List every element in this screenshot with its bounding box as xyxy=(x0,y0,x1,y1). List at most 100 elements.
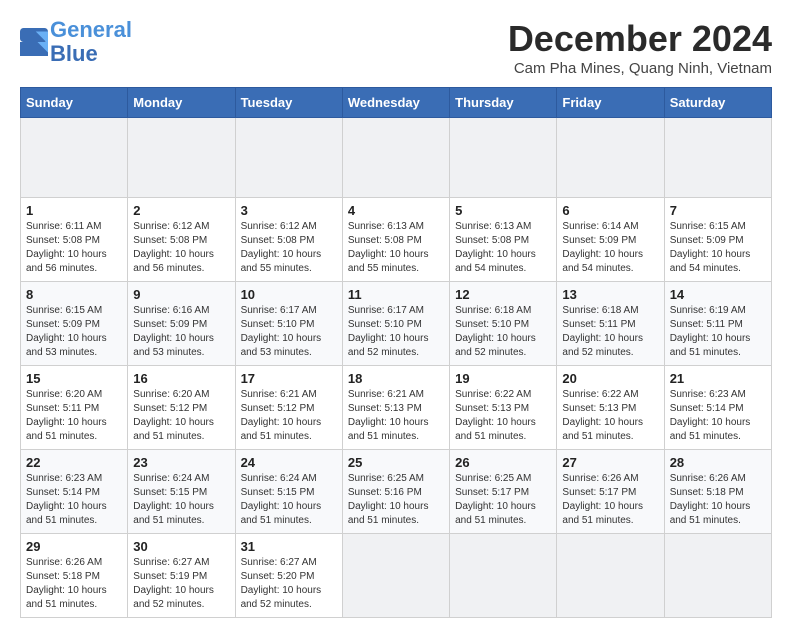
day-number: 1 xyxy=(26,203,122,218)
table-row: 3Sunrise: 6:12 AMSunset: 5:08 PMDaylight… xyxy=(235,198,342,282)
table-row: 17Sunrise: 6:21 AMSunset: 5:12 PMDayligh… xyxy=(235,366,342,450)
location: Cam Pha Mines, Quang Ninh, Vietnam xyxy=(508,60,772,77)
day-number: 23 xyxy=(133,455,229,470)
calendar-week-row: 15 Sunrise: 6:20 AMSunset: 5:11 PMDayligh… xyxy=(21,366,772,450)
day-info: Sunrise: 6:26 AMSunset: 5:18 PMDaylight:… xyxy=(670,472,766,528)
table-row xyxy=(557,534,664,618)
table-row xyxy=(128,118,235,198)
calendar-table: Sunday Monday Tuesday Wednesday Thursday… xyxy=(20,87,772,618)
logo-text: General Blue xyxy=(50,18,132,66)
day-info: Sunrise: 6:20 AMSunset: 5:12 PMDaylight:… xyxy=(133,388,229,444)
day-info: Sunrise: 6:26 AMSunset: 5:17 PMDaylight:… xyxy=(562,472,658,528)
header-friday: Friday xyxy=(557,88,664,118)
logo: General Blue xyxy=(20,18,132,66)
day-number: 4 xyxy=(348,203,444,218)
header-tuesday: Tuesday xyxy=(235,88,342,118)
calendar-week-row: 8 Sunrise: 6:15 AMSunset: 5:09 PMDaylight… xyxy=(21,282,772,366)
day-info: Sunrise: 6:16 AMSunset: 5:09 PMDaylight:… xyxy=(133,304,229,360)
table-row: 20 Sunrise: 6:22 AMSunset: 5:13 PMDayligh… xyxy=(557,366,664,450)
day-info: Sunrise: 6:18 AMSunset: 5:11 PMDaylight:… xyxy=(562,304,658,360)
calendar-week-row: 1 Sunrise: 6:11 AMSunset: 5:08 PMDaylight… xyxy=(21,198,772,282)
day-number: 18 xyxy=(348,371,444,386)
day-info: Sunrise: 6:13 AMSunset: 5:08 PMDaylight:… xyxy=(348,220,444,276)
table-row: 29 Sunrise: 6:26 AMSunset: 5:18 PMDayligh… xyxy=(21,534,128,618)
day-info: Sunrise: 6:20 AMSunset: 5:11 PMDaylight:… xyxy=(26,388,122,444)
day-info: Sunrise: 6:24 AMSunset: 5:15 PMDaylight:… xyxy=(133,472,229,528)
calendar-week-row: 22 Sunrise: 6:23 AMSunset: 5:14 PMDayligh… xyxy=(21,450,772,534)
logo-icon xyxy=(20,28,48,56)
day-info: Sunrise: 6:27 AMSunset: 5:19 PMDaylight:… xyxy=(133,556,229,612)
header-saturday: Saturday xyxy=(664,88,771,118)
header-thursday: Thursday xyxy=(450,88,557,118)
day-number: 10 xyxy=(241,287,337,302)
day-info: Sunrise: 6:22 AMSunset: 5:13 PMDaylight:… xyxy=(455,388,551,444)
table-row: 7Sunrise: 6:15 AMSunset: 5:09 PMDaylight… xyxy=(664,198,771,282)
table-row: 22 Sunrise: 6:23 AMSunset: 5:14 PMDayligh… xyxy=(21,450,128,534)
title-block: December 2024 Cam Pha Mines, Quang Ninh,… xyxy=(508,18,772,77)
day-info: Sunrise: 6:12 AMSunset: 5:08 PMDaylight:… xyxy=(241,220,337,276)
day-number: 25 xyxy=(348,455,444,470)
day-number: 9 xyxy=(133,287,229,302)
table-row xyxy=(557,118,664,198)
table-row: 8 Sunrise: 6:15 AMSunset: 5:09 PMDaylight… xyxy=(21,282,128,366)
table-row: 30 Sunrise: 6:27 AMSunset: 5:19 PMDayligh… xyxy=(128,534,235,618)
day-number: 20 xyxy=(562,371,658,386)
weekday-header-row: Sunday Monday Tuesday Wednesday Thursday… xyxy=(21,88,772,118)
day-info: Sunrise: 6:22 AMSunset: 5:13 PMDaylight:… xyxy=(562,388,658,444)
calendar-week-row xyxy=(21,118,772,198)
day-info: Sunrise: 6:23 AMSunset: 5:14 PMDaylight:… xyxy=(26,472,122,528)
day-number: 11 xyxy=(348,287,444,302)
day-number: 26 xyxy=(455,455,551,470)
header-sunday: Sunday xyxy=(21,88,128,118)
day-info: Sunrise: 6:12 AMSunset: 5:08 PMDaylight:… xyxy=(133,220,229,276)
day-number: 29 xyxy=(26,539,122,554)
day-number: 27 xyxy=(562,455,658,470)
table-row xyxy=(342,118,449,198)
day-info: Sunrise: 6:25 AMSunset: 5:17 PMDaylight:… xyxy=(455,472,551,528)
table-row: 27 Sunrise: 6:26 AMSunset: 5:17 PMDayligh… xyxy=(557,450,664,534)
table-row: 25Sunrise: 6:25 AMSunset: 5:16 PMDayligh… xyxy=(342,450,449,534)
day-info: Sunrise: 6:17 AMSunset: 5:10 PMDaylight:… xyxy=(348,304,444,360)
table-row: 6Sunrise: 6:14 AMSunset: 5:09 PMDaylight… xyxy=(557,198,664,282)
day-info: Sunrise: 6:23 AMSunset: 5:14 PMDaylight:… xyxy=(670,388,766,444)
header-wednesday: Wednesday xyxy=(342,88,449,118)
header: General Blue December 2024 Cam Pha Mines… xyxy=(20,18,772,77)
day-info: Sunrise: 6:26 AMSunset: 5:18 PMDaylight:… xyxy=(26,556,122,612)
table-row: 10Sunrise: 6:17 AMSunset: 5:10 PMDayligh… xyxy=(235,282,342,366)
day-number: 16 xyxy=(133,371,229,386)
table-row: 15 Sunrise: 6:20 AMSunset: 5:11 PMDayligh… xyxy=(21,366,128,450)
table-row xyxy=(21,118,128,198)
table-row: 19Sunrise: 6:22 AMSunset: 5:13 PMDayligh… xyxy=(450,366,557,450)
day-number: 8 xyxy=(26,287,122,302)
day-info: Sunrise: 6:11 AMSunset: 5:08 PMDaylight:… xyxy=(26,220,122,276)
day-info: Sunrise: 6:27 AMSunset: 5:20 PMDaylight:… xyxy=(241,556,337,612)
day-number: 21 xyxy=(670,371,766,386)
table-row: 9 Sunrise: 6:16 AMSunset: 5:09 PMDaylight… xyxy=(128,282,235,366)
day-number: 31 xyxy=(241,539,337,554)
table-row: 28 Sunrise: 6:26 AMSunset: 5:18 PMDayligh… xyxy=(664,450,771,534)
day-number: 17 xyxy=(241,371,337,386)
table-row: 2 Sunrise: 6:12 AMSunset: 5:08 PMDaylight… xyxy=(128,198,235,282)
table-row: 31 Sunrise: 6:27 AMSunset: 5:20 PMDayligh… xyxy=(235,534,342,618)
table-row: 5Sunrise: 6:13 AMSunset: 5:08 PMDaylight… xyxy=(450,198,557,282)
day-number: 30 xyxy=(133,539,229,554)
month-title: December 2024 xyxy=(508,18,772,60)
day-number: 22 xyxy=(26,455,122,470)
day-number: 5 xyxy=(455,203,551,218)
day-info: Sunrise: 6:15 AMSunset: 5:09 PMDaylight:… xyxy=(26,304,122,360)
table-row xyxy=(342,534,449,618)
day-info: Sunrise: 6:21 AMSunset: 5:13 PMDaylight:… xyxy=(348,388,444,444)
day-number: 15 xyxy=(26,371,122,386)
day-number: 12 xyxy=(455,287,551,302)
day-number: 6 xyxy=(562,203,658,218)
table-row: 1 Sunrise: 6:11 AMSunset: 5:08 PMDaylight… xyxy=(21,198,128,282)
day-number: 13 xyxy=(562,287,658,302)
table-row: 16 Sunrise: 6:20 AMSunset: 5:12 PMDayligh… xyxy=(128,366,235,450)
table-row: 4 Sunrise: 6:13 AMSunset: 5:08 PMDaylight… xyxy=(342,198,449,282)
day-number: 28 xyxy=(670,455,766,470)
day-number: 2 xyxy=(133,203,229,218)
header-monday: Monday xyxy=(128,88,235,118)
table-row xyxy=(664,534,771,618)
table-row xyxy=(450,534,557,618)
table-row: 18 Sunrise: 6:21 AMSunset: 5:13 PMDayligh… xyxy=(342,366,449,450)
